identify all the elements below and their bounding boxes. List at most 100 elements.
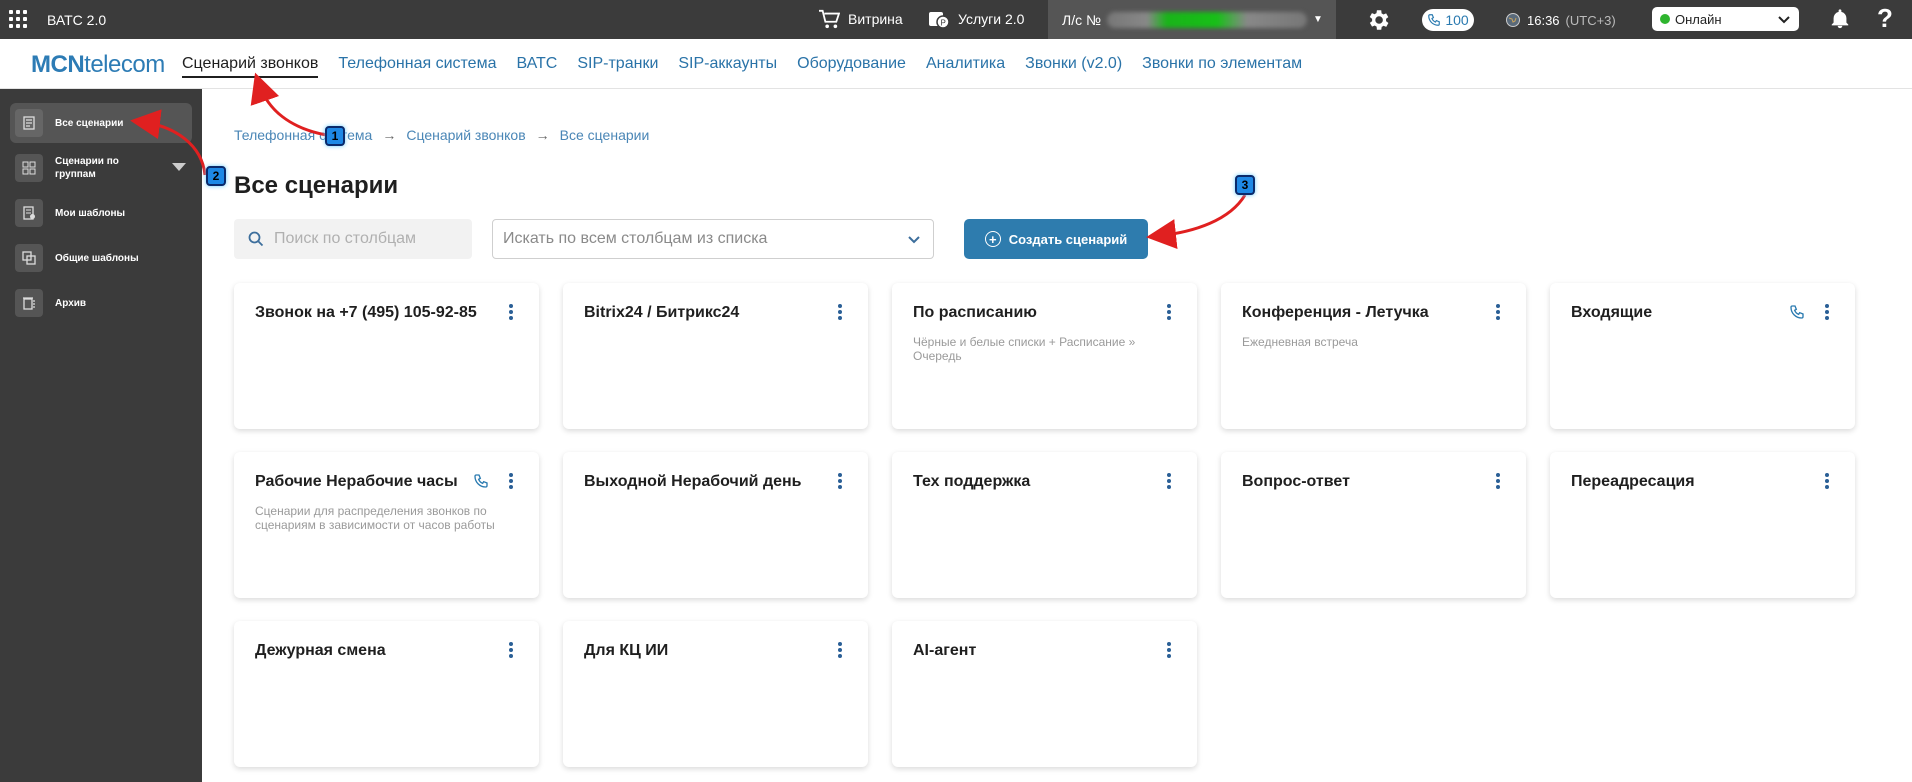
scenario-card-title: AI-агент [913,642,977,659]
grid-icon [15,154,43,182]
scenario-card-title: Конференция - Летучка [1242,304,1429,321]
column-search-input[interactable]: Поиск по столбцам [234,219,472,259]
scenario-card-title: Bitrix24 / Битрикс24 [584,304,740,321]
kebab-menu-icon[interactable] [509,304,513,320]
kebab-menu-icon[interactable] [838,473,842,489]
scenario-card[interactable]: Bitrix24 / Битрикс24 [563,283,868,429]
sidebar-item-shared-templates[interactable]: Общие шаблоны [10,238,192,278]
sidebar-item-all-scenarios[interactable]: Все сценарии [10,103,192,143]
kebab-menu-icon[interactable] [1167,304,1171,320]
nav-tabs: Сценарий звонков Телефонная система ВАТС… [182,55,1302,78]
scenario-card[interactable]: Конференция - Летучка Ежедневная встреча [1221,283,1526,429]
create-scenario-label: Создать сценарий [1008,231,1128,247]
scenario-card[interactable]: Тех поддержка [892,452,1197,598]
kebab-menu-icon[interactable] [1496,304,1500,320]
archive-icon [15,289,43,317]
active-calls-badge[interactable]: 100 [1422,9,1474,31]
scenario-card[interactable]: Рабочие Нерабочие часы Сценарии для распр… [234,452,539,598]
sidebar: Все сценарии Сценарии по группам Мои шаб… [0,89,202,782]
top-bar: ВАТС 2.0 Витрина P Услуги 2.0 Л/с № ▼ 10… [0,0,1912,39]
logo-rest: telecom [84,51,165,78]
services-link[interactable]: P Услуги 2.0 [928,9,1024,29]
cart-icon [819,9,840,29]
template-icon [15,199,43,227]
logo-bold: MCN [31,51,85,78]
chevron-down-icon [1778,16,1790,24]
kebab-menu-icon[interactable] [1496,473,1500,489]
online-dot-icon [1660,14,1670,24]
caret-down-icon: ▼ [1313,14,1323,25]
nav-tab-vats[interactable]: ВАТС [516,55,557,78]
scenario-card-description: Ежедневная встреча [1242,335,1358,349]
annotation-badge: 2 [206,166,226,186]
breadcrumb-separator: → [535,127,550,143]
scenario-card[interactable]: Вопрос-ответ [1221,452,1526,598]
all-columns-search-select[interactable]: Искать по всем столбцам из списка [492,219,934,259]
scenario-card[interactable]: По расписанию Чёрные и белые списки + Рас… [892,283,1197,429]
showcase-link[interactable]: Витрина [818,9,903,29]
calls-count: 100 [1445,12,1469,28]
scenario-card[interactable]: Звонок на +7 (495) 105-92-85 [234,283,539,429]
sidebar-item-by-groups[interactable]: Сценарии по группам [10,148,192,188]
document-icon [15,109,43,137]
sidebar-item-label: Сценарии по группам [55,156,119,180]
sidebar-item-archive[interactable]: Архив [10,283,192,323]
scenario-card-description: Чёрные и белые списки + Расписание » Оче… [913,335,1136,363]
phone-icon [1790,305,1804,319]
kebab-menu-icon[interactable] [838,304,842,320]
search-icon [248,231,264,247]
nav-tab-equipment[interactable]: Оборудование [797,55,906,78]
kebab-menu-icon[interactable] [838,642,842,658]
scenario-card-title: По расписанию [913,304,1037,321]
kebab-menu-icon[interactable] [1825,473,1829,489]
status-select[interactable]: Онлайн [1652,7,1799,31]
scenario-card-title: Вопрос-ответ [1242,473,1350,490]
kebab-menu-icon[interactable] [509,473,513,489]
phone-icon [1428,14,1441,26]
nav-tab-sip-accounts[interactable]: SIP-аккаунты [678,55,777,78]
kebab-menu-icon[interactable] [509,642,513,658]
scenario-card[interactable]: AI-агент [892,621,1197,767]
bell-icon[interactable] [1829,7,1851,31]
scenario-card[interactable]: Для КЦ ИИ [563,621,868,767]
scenario-card-title: Рабочие Нерабочие часы [255,473,458,490]
kebab-menu-icon[interactable] [1167,642,1171,658]
scenario-card[interactable]: Переадресация [1550,452,1855,598]
app-title: ВАТС 2.0 [47,12,107,28]
nav-tab-call-scenario[interactable]: Сценарий звонков [182,55,319,78]
scenario-card[interactable]: Дежурная смена [234,621,539,767]
scenario-card[interactable]: Входящие [1550,283,1855,429]
scenario-card-title: Дежурная смена [255,642,386,659]
plus-circle-icon: + [984,231,1001,247]
caret-down-icon[interactable] [172,163,186,171]
create-scenario-button[interactable]: + Создать сценарий [964,219,1148,259]
breadcrumb-item[interactable]: Сценарий звонков [406,127,525,143]
kebab-menu-icon[interactable] [1167,473,1171,489]
annotation-badge: 3 [1235,175,1255,195]
scenario-card-title: Тех поддержка [913,473,1031,490]
showcase-label: Витрина [848,11,903,27]
account-selector[interactable]: Л/с № ▼ [1048,0,1336,39]
kebab-menu-icon[interactable] [1825,304,1829,320]
annotation-arrow-3 [1146,194,1247,249]
nav-tab-calls-v2[interactable]: Звонки (v2.0) [1025,55,1122,78]
breadcrumb-item[interactable]: Все сценарии [560,127,650,143]
logo[interactable]: MCNtelecom [31,51,165,79]
nav-tab-phone-system[interactable]: Телефонная система [338,55,496,78]
apps-grid-icon[interactable] [9,10,27,28]
sidebar-item-label: Мои шаблоны [55,207,126,219]
sidebar-item-my-templates[interactable]: Мои шаблоны [10,193,192,233]
sidebar-item-label: Архив [55,297,87,309]
breadcrumb-item[interactable]: Телефонная система [234,127,372,143]
nav-tab-analytics[interactable]: Аналитика [926,55,1005,78]
clock: 16:36 (UTC+3) [1505,12,1616,28]
gear-icon[interactable] [1365,7,1391,33]
help-icon[interactable]: ? [1877,3,1893,34]
svg-text:P: P [941,19,946,28]
sidebar-item-label: Общие шаблоны [55,252,139,264]
services-icon: P [929,12,950,29]
main-nav-bar: MCNtelecom Сценарий звонков Телефонная с… [0,39,1912,89]
scenario-card[interactable]: Выходной Нерабочий день [563,452,868,598]
nav-tab-sip-trunks[interactable]: SIP-транки [577,55,658,78]
nav-tab-calls-by-elements[interactable]: Звонки по элементам [1142,55,1302,78]
